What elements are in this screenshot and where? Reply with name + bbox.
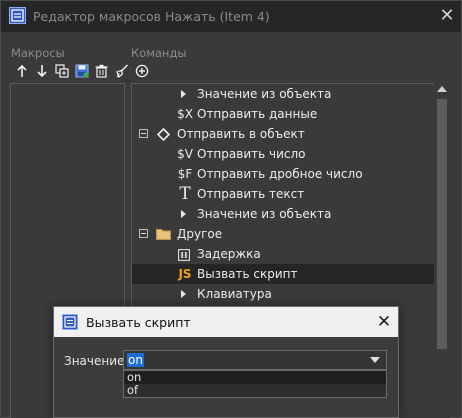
text-icon: T bbox=[179, 184, 191, 204]
tree-item-label: Задержка bbox=[197, 247, 261, 261]
tree-item[interactable]: Задержка bbox=[132, 244, 434, 264]
value-combobox[interactable]: on bbox=[123, 350, 387, 370]
title-bar: Редактор макросов Нажать (Item 4) ✕ bbox=[1, 1, 461, 32]
send-data-icon: $X bbox=[177, 107, 193, 121]
tree-item-label: Отправить текст bbox=[197, 187, 305, 201]
js-icon: JS bbox=[178, 267, 192, 281]
tree-item[interactable]: Значение из объекта bbox=[132, 204, 434, 224]
tree-item-selected[interactable]: JS Вызвать скрипт bbox=[132, 264, 434, 284]
tree-item[interactable]: Значение из объекта bbox=[132, 84, 434, 104]
tree-item-label: Отправить данные bbox=[197, 107, 318, 121]
combo-option[interactable]: on bbox=[124, 371, 386, 384]
macros-label: Макросы bbox=[11, 46, 65, 60]
window-title: Редактор макросов Нажать (Item 4) bbox=[33, 9, 270, 24]
tree-item-label: Клавиатура bbox=[197, 287, 272, 301]
tree-item-label: Вызвать скрипт bbox=[197, 267, 298, 281]
tree-item[interactable]: T Отправить текст bbox=[132, 184, 434, 204]
caret-right-icon bbox=[181, 90, 186, 98]
scroll-up-icon[interactable] bbox=[437, 86, 447, 92]
tree-scrollbar[interactable] bbox=[434, 83, 450, 418]
tree-item-label: Отправить дробное число bbox=[197, 167, 363, 181]
combo-dropdown-list: on of bbox=[123, 370, 387, 398]
app-icon bbox=[62, 314, 78, 330]
dialog-title-bar: Вызвать скрипт ✕ bbox=[54, 307, 398, 337]
caret-right-icon bbox=[181, 290, 186, 298]
delete-icon[interactable] bbox=[93, 62, 110, 80]
scroll-thumb[interactable] bbox=[437, 99, 447, 349]
add-icon[interactable] bbox=[133, 62, 150, 80]
combo-selected-value[interactable]: on bbox=[127, 353, 144, 367]
save-icon[interactable] bbox=[73, 62, 90, 80]
tree-item-label: Значение из объекта bbox=[197, 207, 332, 221]
app-icon bbox=[9, 7, 26, 24]
dialog-title: Вызвать скрипт bbox=[86, 315, 191, 330]
move-up-icon[interactable] bbox=[13, 62, 30, 80]
send-float-icon: $F bbox=[177, 167, 193, 181]
clear-icon[interactable] bbox=[113, 62, 130, 80]
macros-toolbar bbox=[13, 62, 130, 82]
commands-toolbar bbox=[133, 62, 150, 82]
send-number-icon: $V bbox=[177, 147, 193, 161]
tree-item[interactable]: Клавиатура bbox=[132, 284, 434, 304]
tree-group[interactable]: Отправить в объект bbox=[132, 124, 434, 144]
tree-item-label: Отправить число bbox=[197, 147, 306, 161]
combo-option[interactable]: of bbox=[124, 384, 386, 397]
tree-item[interactable]: $X Отправить данные bbox=[132, 104, 434, 124]
folder-icon bbox=[156, 227, 171, 241]
collapse-icon[interactable] bbox=[139, 129, 148, 138]
value-label: Значение: bbox=[64, 354, 129, 368]
tree-item-label: Другое bbox=[177, 227, 223, 241]
close-icon[interactable]: ✕ bbox=[437, 5, 457, 27]
copy-icon[interactable] bbox=[53, 62, 70, 80]
tree-item[interactable]: $F Отправить дробное число bbox=[132, 164, 434, 184]
commands-label: Команды bbox=[131, 46, 187, 60]
tree-item[interactable]: $V Отправить число bbox=[132, 144, 434, 164]
tree-item-label: Значение из объекта bbox=[197, 87, 332, 101]
diamond-icon bbox=[156, 127, 170, 141]
pause-icon bbox=[177, 248, 190, 261]
tree-group[interactable]: Другое bbox=[132, 224, 434, 244]
caret-right-icon bbox=[181, 210, 186, 218]
chevron-down-icon[interactable] bbox=[370, 357, 380, 363]
collapse-icon[interactable] bbox=[139, 229, 148, 238]
close-icon[interactable]: ✕ bbox=[375, 311, 393, 333]
tree-item-label: Отправить в объект bbox=[177, 127, 305, 141]
move-down-icon[interactable] bbox=[33, 62, 50, 80]
call-script-dialog: Вызвать скрипт ✕ Значение: on on of bbox=[53, 306, 399, 418]
